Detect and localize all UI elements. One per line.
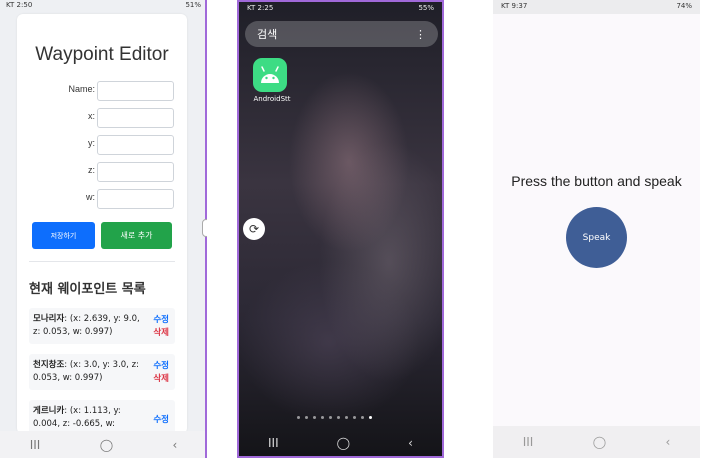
home-icon[interactable]: ◯ [100,438,113,452]
field-label: w: [86,192,95,202]
android-app-icon[interactable] [253,58,287,92]
form-row-name: Name: [17,81,187,101]
field-label: x: [87,111,95,121]
waypoint-list-title: 현재 웨이포인트 목록 [29,282,146,297]
home-icon[interactable]: ◯ [337,436,350,450]
form-row-z: z: [17,162,187,182]
search-bar[interactable]: 검색 ⋮ [245,21,438,47]
editor-card: Waypoint Editor Name: x: y: z: w: 저장하기 새… [17,14,187,434]
waypoint-editor-screen: KT 2:50 51% Waypoint Editor Name: x: y: … [0,0,207,458]
status-time: KT 2:50 [6,1,33,9]
waypoint-name: 게르니카 [33,406,65,416]
page-dot [313,416,316,419]
recents-icon[interactable]: III [30,438,41,452]
page-title: Waypoint Editor [35,44,169,65]
page-dot [297,416,300,419]
field-label: z: [87,165,95,175]
app-label: AndroidStt [253,95,291,103]
back-icon[interactable]: ‹ [666,435,671,449]
waypoint-item: 게르니카: (x: 1.113, y: 0.004, z: -0.665, w:… [29,400,175,434]
battery-level: 55% [418,4,434,12]
rotate-icon[interactable]: ⟳ [243,218,265,240]
navigation-bar: III ◯ ‹ [0,431,207,458]
waypoint-actions: 수정 삭제 [153,360,169,386]
edit-link[interactable]: 수정 [153,360,169,373]
battery-level: 74% [676,2,692,10]
field-label: Name: [68,84,95,94]
screenshot-canvas: KT 2:50 51% Waypoint Editor Name: x: y: … [0,0,702,458]
status-time: KT 9:37 [501,2,528,10]
status-bar: KT 9:37 74% [493,0,700,14]
page-dot [353,416,356,419]
home-screen: KT 2:25 55% 검색 ⋮ AndroidStt ⟳ III ◯ ‹ [237,0,444,458]
waypoint-name: 모나리자 [33,314,65,324]
form-row-x: x: [17,108,187,128]
page-dot [321,416,324,419]
form-row-w: w: [17,189,187,209]
add-new-button[interactable]: 새로 추가 [101,222,172,249]
save-button[interactable]: 저장하기 [32,222,95,249]
status-bar: KT 2:25 55% [239,2,442,16]
field-label: y: [87,138,95,148]
page-dot [345,416,348,419]
status-bar: KT 2:50 51% [0,0,207,10]
delete-link[interactable]: 삭제 [153,373,169,386]
page-indicator [297,416,372,419]
back-icon[interactable]: ‹ [173,438,178,452]
navigation-bar: III ◯ ‹ [493,426,700,458]
recents-icon[interactable]: III [268,436,279,450]
android-robot-icon [261,66,279,83]
speech-prompt: Press the button and speak [511,173,682,189]
page-dot [329,416,332,419]
battery-level: 51% [185,1,201,9]
status-time: KT 2:25 [247,4,274,12]
navigation-bar: III ◯ ‹ [239,430,442,456]
edit-link[interactable]: 수정 [153,414,169,427]
x-input[interactable] [97,108,174,128]
waypoint-actions: 수정 삭제 [153,314,169,340]
waypoint-text: 게르니카: (x: 1.113, y: 0.004, z: -0.665, w: [33,405,143,431]
page-dot [361,416,364,419]
search-label: 검색 [257,28,278,41]
waypoint-item: 모나리자: (x: 2.639, y: 9.0, z: 0.053, w: 0.… [29,308,175,344]
edit-link[interactable]: 수정 [153,314,169,327]
speak-button[interactable]: Speak [566,207,627,268]
page-dot [305,416,308,419]
y-input[interactable] [97,135,174,155]
home-icon[interactable]: ◯ [593,435,606,449]
waypoint-actions: 수정 [153,414,169,427]
z-input[interactable] [97,162,174,182]
more-options-icon[interactable]: ⋮ [415,28,426,41]
split-screen-handle[interactable] [202,219,207,237]
page-dot-active [369,416,372,419]
page-dot [337,416,340,419]
name-input[interactable] [97,81,174,101]
w-input[interactable] [97,189,174,209]
delete-link[interactable]: 삭제 [153,327,169,340]
speech-screen: KT 9:37 74% Press the button and speak S… [493,0,700,458]
form-row-y: y: [17,135,187,155]
waypoint-name: 천지창조 [33,360,65,370]
waypoint-text: 천지창조: (x: 3.0, y: 3.0, z: 0.053, w: 0.99… [33,359,143,385]
waypoint-item: 천지창조: (x: 3.0, y: 3.0, z: 0.053, w: 0.99… [29,354,175,390]
waypoint-text: 모나리자: (x: 2.639, y: 9.0, z: 0.053, w: 0.… [33,313,143,339]
divider [29,261,175,262]
recents-icon[interactable]: III [523,435,534,449]
back-icon[interactable]: ‹ [408,436,413,450]
